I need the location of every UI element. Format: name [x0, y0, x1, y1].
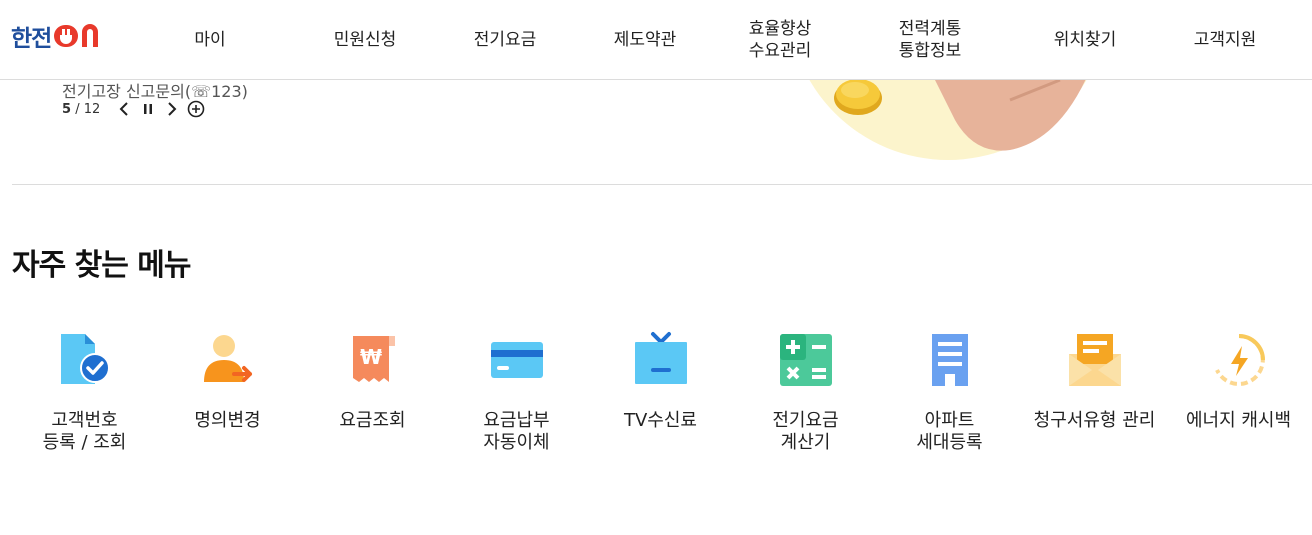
- document-check-icon: [53, 328, 117, 392]
- menu-label: 요금납부 자동이체: [483, 410, 550, 453]
- svg-text:₩: ₩: [359, 345, 381, 369]
- nav-grid-info[interactable]: 전력계통 통합정보: [880, 0, 980, 80]
- chevron-left-icon[interactable]: [114, 99, 134, 119]
- logo-text: 한전: [11, 26, 52, 52]
- slide-counter: 5 / 12: [62, 102, 100, 117]
- envelope-icon: [1063, 328, 1127, 392]
- menu-bill-inquiry[interactable]: ₩ 요금조회: [300, 328, 445, 432]
- won-receipt-icon: ₩: [341, 328, 405, 392]
- menu-label: 청구서유형 관리: [1033, 410, 1156, 431]
- slide-total: 12: [83, 101, 101, 117]
- menu-label: 요금조회: [339, 410, 406, 431]
- apartment-icon: [918, 328, 982, 392]
- tv-icon: [629, 328, 693, 392]
- chevron-right-icon[interactable]: [162, 99, 182, 119]
- menu-name-change[interactable]: 명의변경: [155, 328, 300, 432]
- nav-electric-bill[interactable]: 전기요금: [455, 0, 555, 80]
- user-transfer-icon: [196, 328, 260, 392]
- slide-separator: /: [75, 101, 80, 117]
- section-divider: [12, 184, 1312, 185]
- plus-circle-icon[interactable]: [186, 99, 206, 119]
- credit-card-icon: [485, 328, 549, 392]
- menu-bill-calculator[interactable]: 전기요금 계산기: [733, 328, 878, 454]
- slide-current: 5: [62, 101, 72, 117]
- quick-menu-title: 자주 찾는 메뉴: [12, 248, 191, 283]
- nav-terms[interactable]: 제도약관: [595, 0, 695, 80]
- menu-label: 전기요금 계산기: [772, 410, 839, 453]
- logo-on-mark: [54, 24, 99, 47]
- menu-label: 아파트 세대등록: [916, 410, 983, 453]
- energy-cashback-icon: [1207, 328, 1271, 392]
- menu-label: 고객번호 등록 / 조회: [42, 410, 127, 453]
- menu-label: 에너지 캐시백: [1185, 410, 1292, 431]
- nav-location[interactable]: 위치찾기: [1035, 0, 1135, 80]
- kepco-on-logo[interactable]: 한전: [11, 22, 105, 52]
- nav-my[interactable]: 마이: [160, 0, 260, 80]
- menu-bill-type[interactable]: 청구서유형 관리: [1022, 328, 1167, 432]
- menu-tv-license[interactable]: TV수신료: [588, 328, 733, 432]
- calculator-icon: [774, 328, 838, 392]
- nav-support[interactable]: 고객지원: [1175, 0, 1275, 80]
- nav-efficiency[interactable]: 효율향상 수요관리: [730, 0, 830, 80]
- menu-label: TV수신료: [624, 410, 697, 431]
- menu-apartment-registration[interactable]: 아파트 세대등록: [877, 328, 1022, 454]
- site-header: 한전 마이 민원신청 전기요금 제도약관 효율향상 수요관리 전력계통 통합정보…: [0, 0, 1312, 80]
- menu-label: 명의변경: [194, 410, 261, 431]
- menu-customer-number[interactable]: 고객번호 등록 / 조회: [12, 328, 157, 454]
- nav-civil-request[interactable]: 민원신청: [315, 0, 415, 80]
- menu-energy-cashback[interactable]: 에너지 캐시백: [1166, 328, 1311, 432]
- pause-icon[interactable]: [138, 99, 158, 119]
- menu-auto-payment[interactable]: 요금납부 자동이체: [444, 328, 589, 454]
- slider-controls: 5 / 12: [62, 99, 206, 119]
